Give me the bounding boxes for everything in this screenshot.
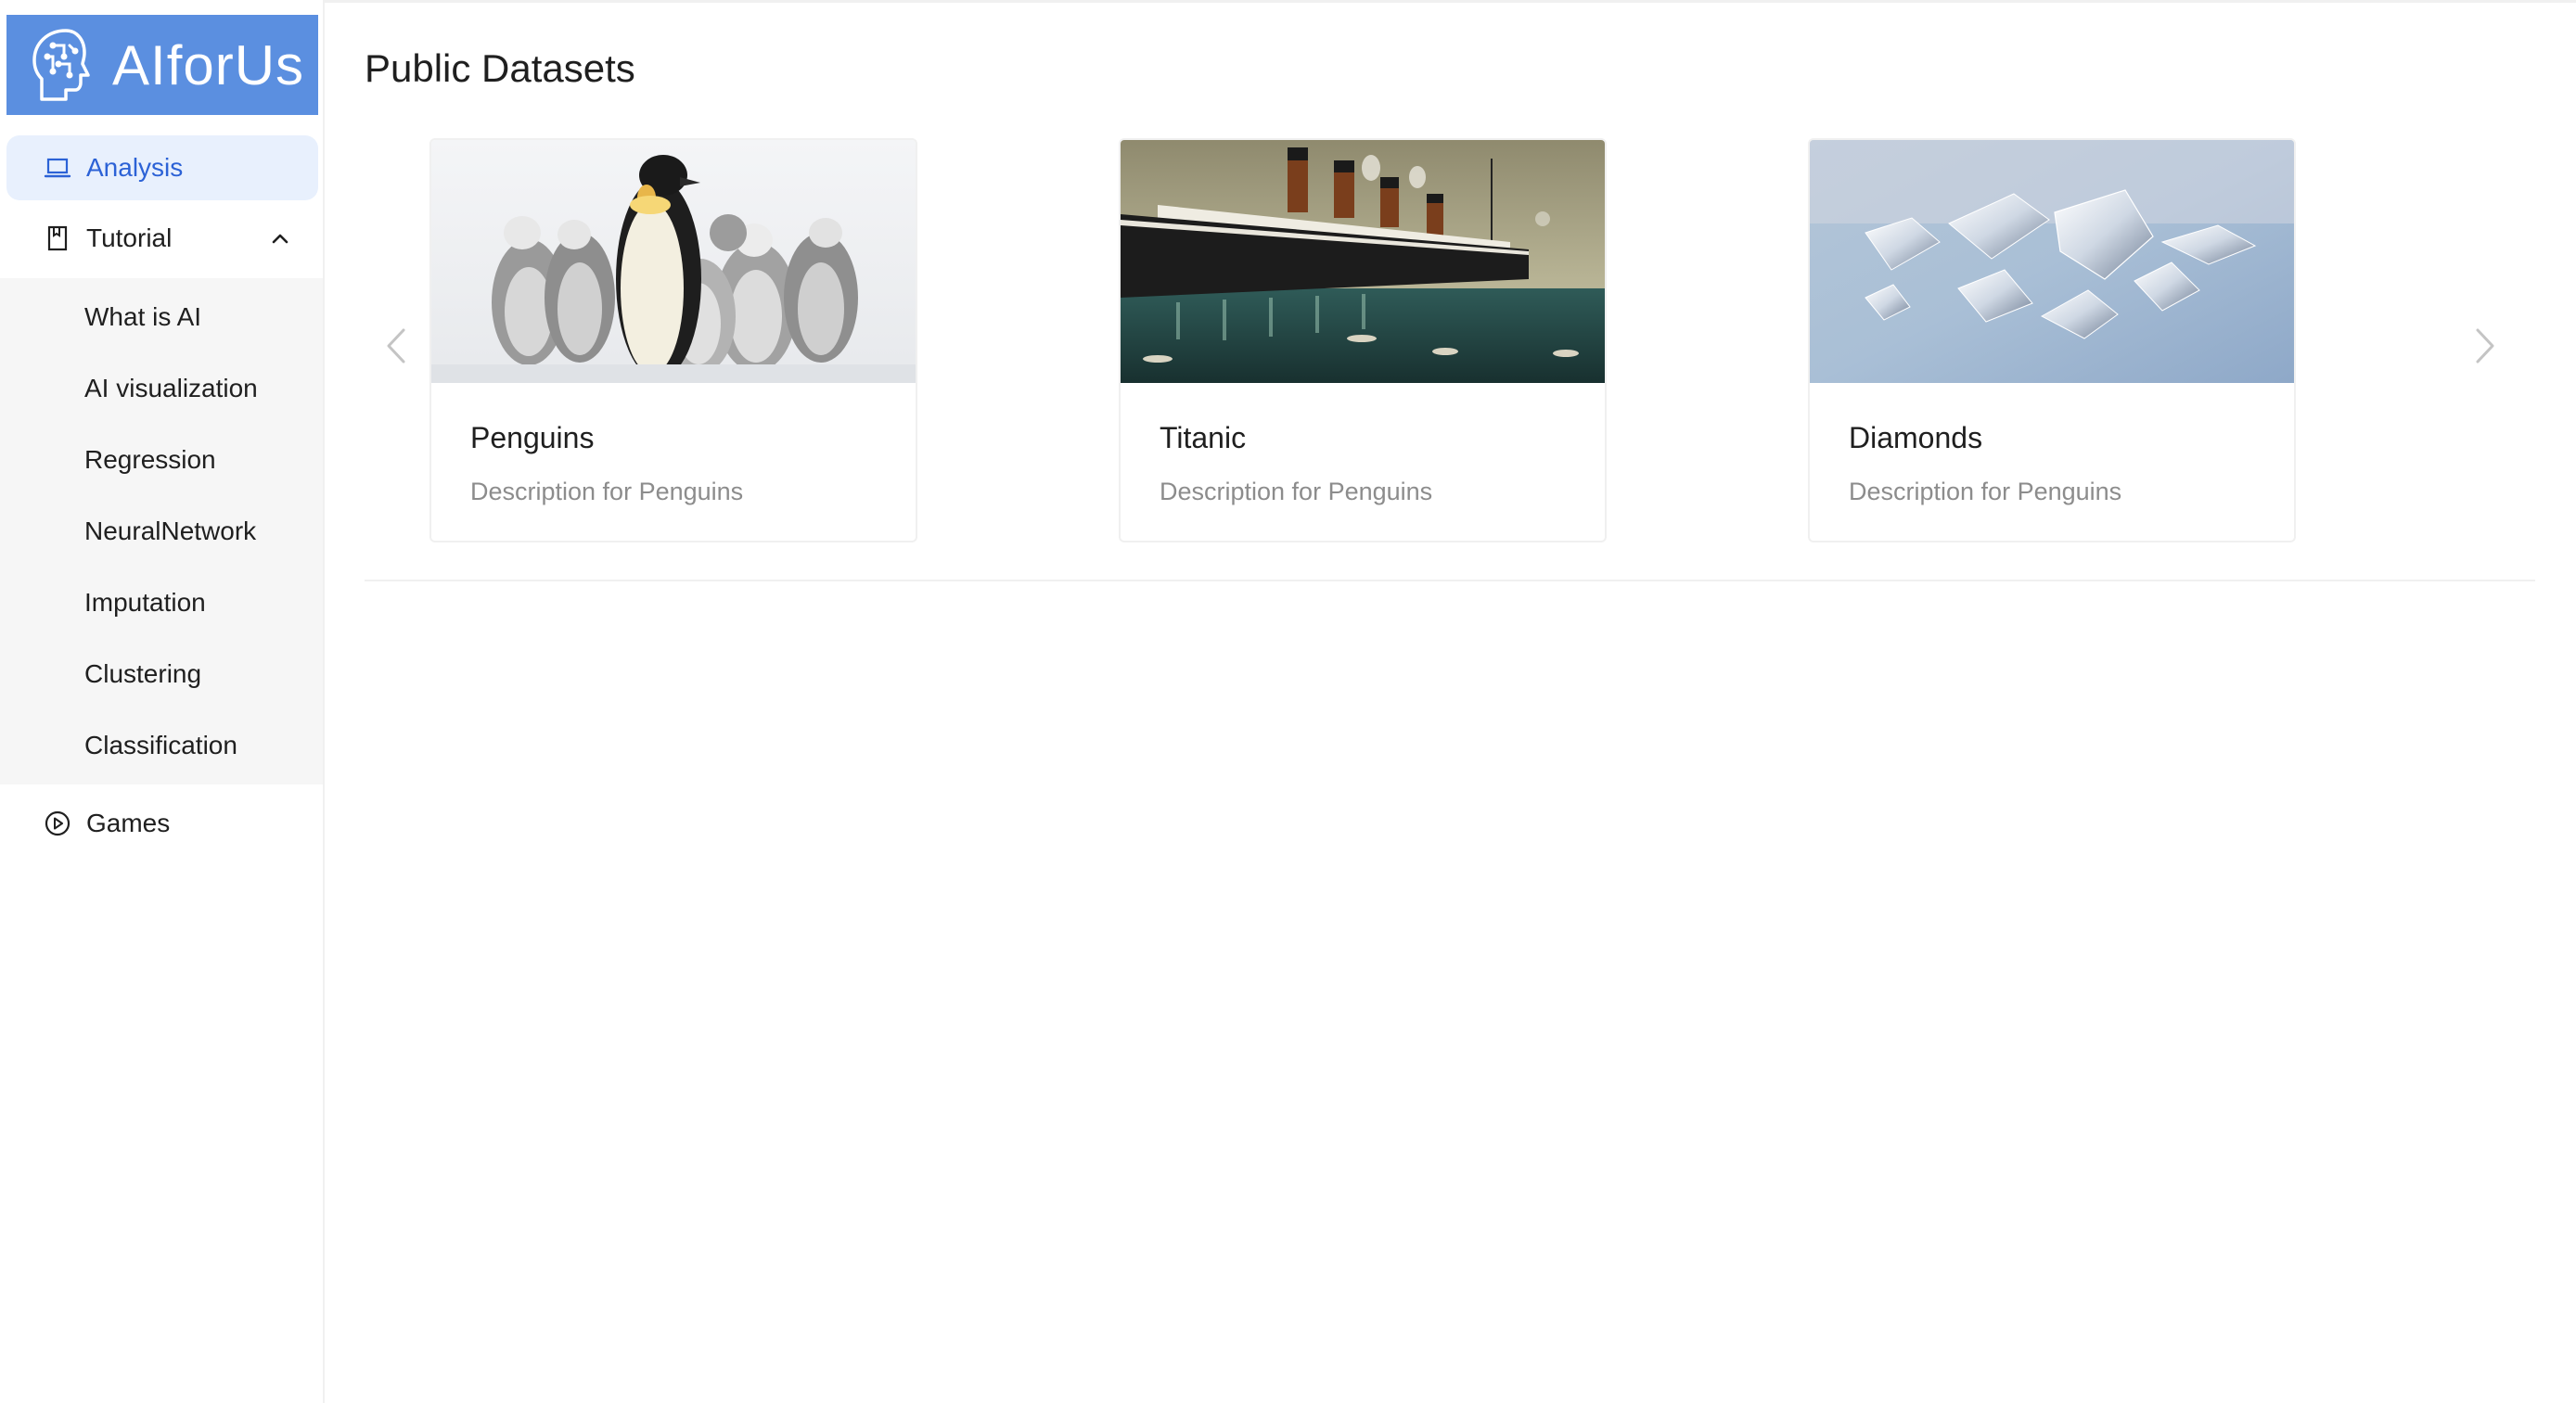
sidebar-subitem-clustering[interactable]: Clustering (84, 646, 307, 702)
sidebar-item-analysis[interactable]: Analysis (6, 135, 318, 200)
book-icon (44, 224, 71, 252)
app-logo[interactable]: AIforUs (6, 15, 318, 115)
diamonds-image (1810, 140, 2294, 383)
tutorial-submenu: What is AI AI visualization Regression N… (0, 278, 323, 784)
sidebar-subitem-imputation[interactable]: Imputation (84, 575, 307, 631)
top-divider (325, 0, 2576, 3)
page-title: Public Datasets (365, 46, 635, 90)
titanic-image (1121, 140, 1605, 383)
laptop-icon (44, 154, 71, 182)
sidebar-item-games[interactable]: Games (6, 791, 318, 856)
card-description: Description for Penguins (470, 478, 744, 505)
app-root: AIforUs Analysis Tutorial What is AI AI … (0, 0, 2576, 1403)
sidebar: AIforUs Analysis Tutorial What is AI AI … (0, 0, 325, 1403)
sidebar-subitem-regression[interactable]: Regression (84, 432, 307, 488)
dataset-card-penguins[interactable]: Penguins Description for Penguins (429, 138, 917, 542)
dataset-card-titanic[interactable]: Titanic Description for Penguins (1119, 138, 1607, 542)
main-content: Public Datasets Penguins Description for… (325, 0, 2576, 1403)
sidebar-subitem-what-is-ai[interactable]: What is AI (84, 289, 307, 345)
chevron-right-icon[interactable] (2467, 323, 2504, 369)
chevron-up-icon[interactable] (270, 228, 290, 249)
sidebar-item-label: Analysis (86, 153, 184, 182)
penguins-image (431, 140, 916, 383)
sidebar-item-tutorial[interactable]: Tutorial (6, 206, 318, 271)
dataset-card-diamonds[interactable]: Diamonds Description for Penguins (1808, 138, 2296, 542)
chevron-left-icon[interactable] (378, 323, 415, 369)
card-title: Diamonds (1849, 421, 1983, 454)
card-title: Titanic (1160, 421, 1247, 454)
dataset-carousel: Penguins Description for Penguins Titani… (365, 137, 2498, 545)
sidebar-subitem-classification[interactable]: Classification (84, 718, 307, 773)
play-circle-icon (44, 810, 71, 837)
sidebar-subitem-neuralnetwork[interactable]: NeuralNetwork (84, 504, 307, 559)
card-description: Description for Penguins (1160, 478, 1433, 505)
brain-head-icon (32, 29, 90, 101)
card-title: Penguins (470, 421, 595, 454)
sidebar-item-label: Games (86, 809, 171, 837)
content-divider (365, 580, 2535, 581)
sidebar-item-label: Tutorial (86, 223, 173, 252)
sidebar-subitem-ai-visualization[interactable]: AI visualization (84, 361, 307, 416)
logo-text: AIforUs (112, 33, 305, 96)
card-description: Description for Penguins (1849, 478, 2122, 505)
